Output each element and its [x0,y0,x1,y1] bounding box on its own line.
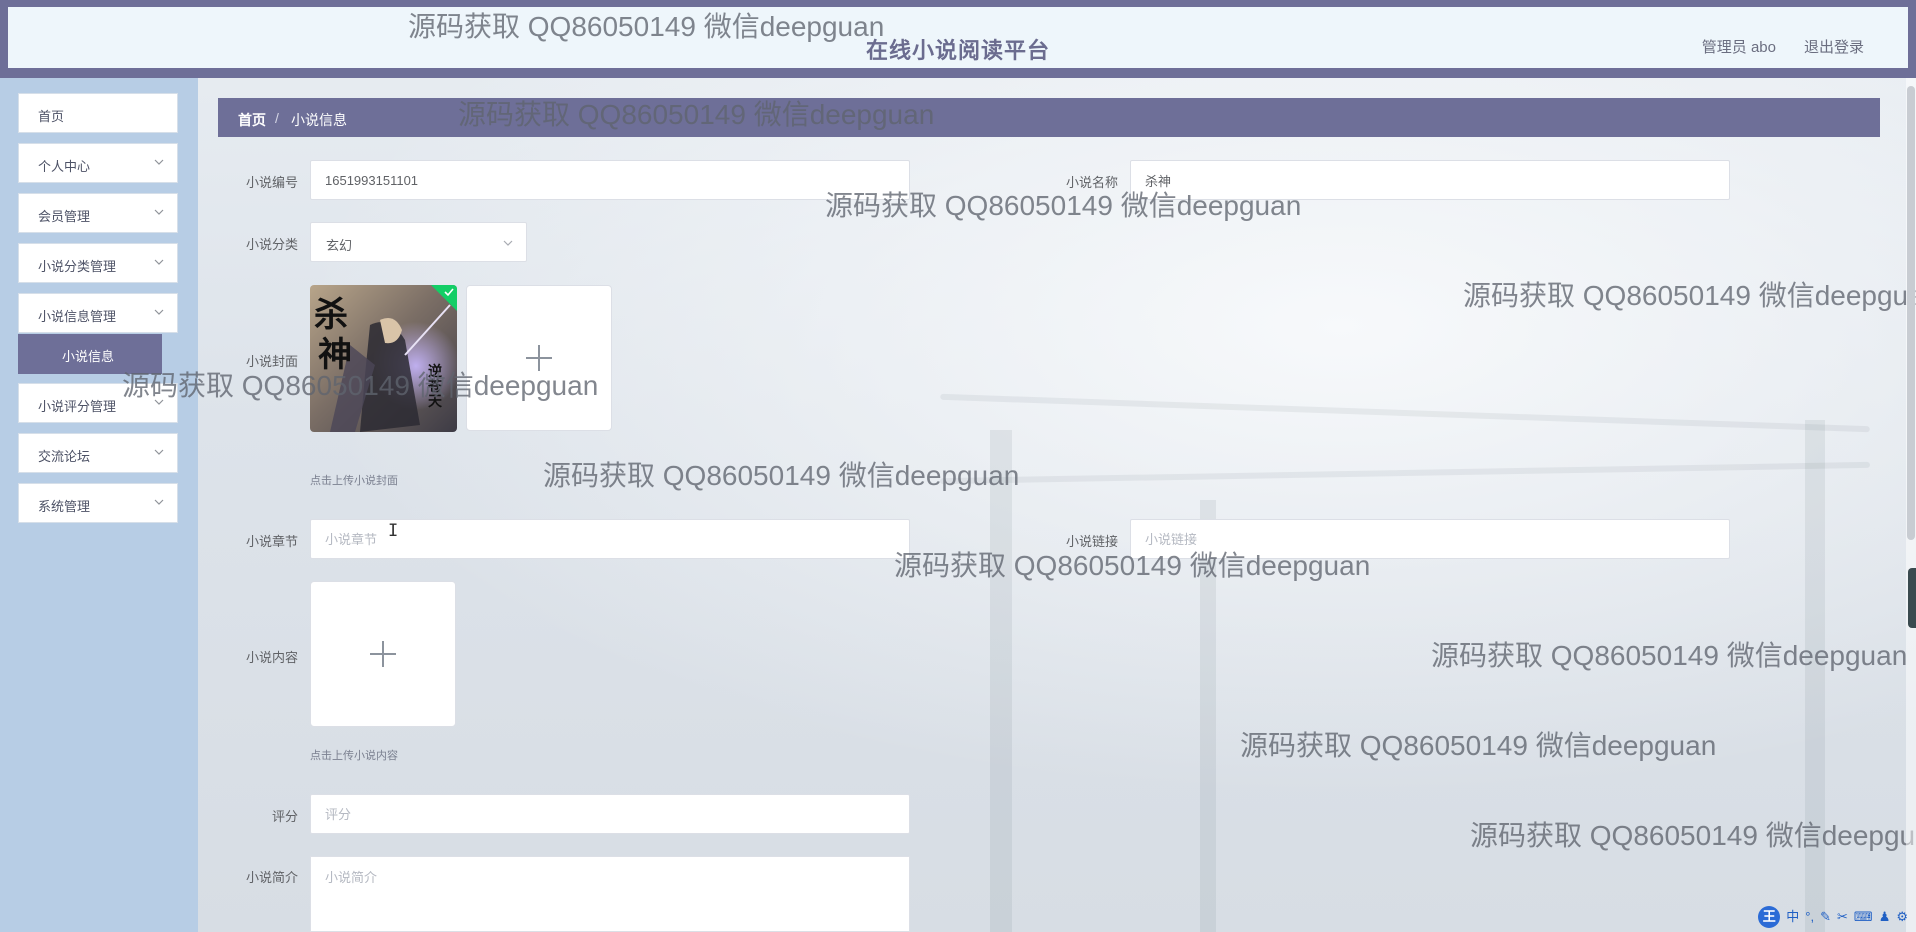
cover-thumbnail[interactable]: 杀 神 逆苍天 [310,285,457,432]
sidebar-item-system[interactable]: 系统管理 [18,483,178,523]
intro-label: 小说简介 [245,870,298,885]
cover-title-char: 神 [318,335,352,375]
content-label: 小说内容 [245,650,298,665]
breadcrumb-current: 小说信息 [291,112,347,128]
chevron-down-icon [154,399,164,405]
breadcrumb: 首页 / 小说信息 [218,98,1880,137]
sidebar-item-members[interactable]: 会员管理 [18,193,178,233]
link-label: 小说链接 [1065,534,1118,549]
sidebar-item-novel-info-mgmt[interactable]: 小说信息管理 [18,293,178,333]
shirt-icon[interactable]: ♟ [1879,907,1891,927]
header-panel: 在线小说阅读平台 管理员 abo 退出登录 [8,7,1908,68]
pen-icon[interactable]: ✎ [1820,907,1831,927]
sidebar-item-label: 首页 [38,109,65,124]
rating-input[interactable] [310,794,910,834]
background-post [1805,420,1825,932]
sidebar-item-label: 系统管理 [38,499,91,514]
ime-mode-label[interactable]: 中 [1786,907,1799,927]
cover-author-text: 逆苍天 [428,364,442,410]
background-wire [940,393,1870,433]
gear-icon[interactable]: ⚙ [1896,907,1908,927]
chevron-down-icon [503,240,513,246]
chapter-input[interactable] [310,519,910,559]
ibeam-cursor-icon: I [388,521,399,541]
ime-logo-icon[interactable]: 王 [1758,906,1781,928]
breadcrumb-home[interactable]: 首页 [238,110,266,130]
page-background [0,0,1916,932]
novel-no-label: 小说编号 [245,175,298,190]
cover-upload-button[interactable] [466,285,612,431]
sidebar-item-ratings[interactable]: 小说评分管理 [18,383,178,423]
rating-label: 评分 [271,809,298,824]
sidebar-subitem-novel-info[interactable]: 小说信息 [18,334,162,374]
check-icon [431,285,457,311]
content-upload-button[interactable] [310,581,456,727]
sidebar-item-home[interactable]: 首页 [18,93,178,133]
novel-name-input[interactable] [1130,160,1730,200]
plus-icon [526,345,552,371]
chevron-down-icon [154,259,164,265]
sidebar-item-label: 交流论坛 [38,449,91,464]
category-label: 小说分类 [245,237,298,252]
background-post [990,430,1012,932]
sidebar-item-label: 小说分类管理 [38,259,117,274]
breadcrumb-separator: / [275,110,279,126]
side-tab[interactable] [1908,568,1916,628]
logout-link[interactable]: 退出登录 [1804,36,1864,57]
background-post [1200,500,1216,932]
punctuation-icon[interactable]: °, [1805,907,1814,927]
keyboard-icon[interactable]: ⌨ [1854,907,1873,927]
sidebar-item-categories[interactable]: 小说分类管理 [18,243,178,283]
sidebar-item-label: 小说评分管理 [38,399,117,414]
sidebar-item-label: 小说信息管理 [38,309,117,324]
scrollbar-thumb[interactable] [1907,86,1915,540]
sidebar-item-personal-center[interactable]: 个人中心 [18,143,178,183]
plus-icon [370,641,396,667]
chevron-down-icon [154,209,164,215]
novel-name-label: 小说名称 [1065,175,1118,190]
content-upload-hint: 点击上传小说内容 [310,750,398,762]
link-input[interactable] [1130,519,1730,559]
sidebar-subitem-label: 小说信息 [62,349,115,364]
sidebar-item-forum[interactable]: 交流论坛 [18,433,178,473]
ime-toolbar[interactable]: 王 中 °, ✎ ✂ ⌨ ♟ ⚙ [1758,905,1908,929]
chevron-down-icon [154,449,164,455]
category-select-value: 玄幻 [326,238,353,253]
chapter-label: 小说章节 [245,534,298,549]
app-title: 在线小说阅读平台 [865,38,1050,63]
novel-no-input[interactable] [310,160,910,200]
current-user-label: 管理员 abo [1701,39,1776,56]
scissors-icon[interactable]: ✂ [1837,907,1848,927]
top-header: 在线小说阅读平台 管理员 abo 退出登录 [0,0,1916,78]
cover-label: 小说封面 [245,354,298,369]
chevron-down-icon [154,309,164,315]
intro-textarea[interactable] [310,856,910,932]
sidebar-item-label: 会员管理 [38,209,91,224]
cover-upload-hint: 点击上传小说封面 [310,475,398,487]
sidebar-item-label: 个人中心 [38,159,91,174]
chevron-down-icon [154,499,164,505]
sidebar: 首页 个人中心 会员管理 小说分类管理 小说信息管理 小说信息 小说评分管理 交… [0,78,198,932]
chevron-down-icon [154,159,164,165]
category-select[interactable]: 玄幻 [310,222,527,262]
background-wire [940,461,1870,485]
